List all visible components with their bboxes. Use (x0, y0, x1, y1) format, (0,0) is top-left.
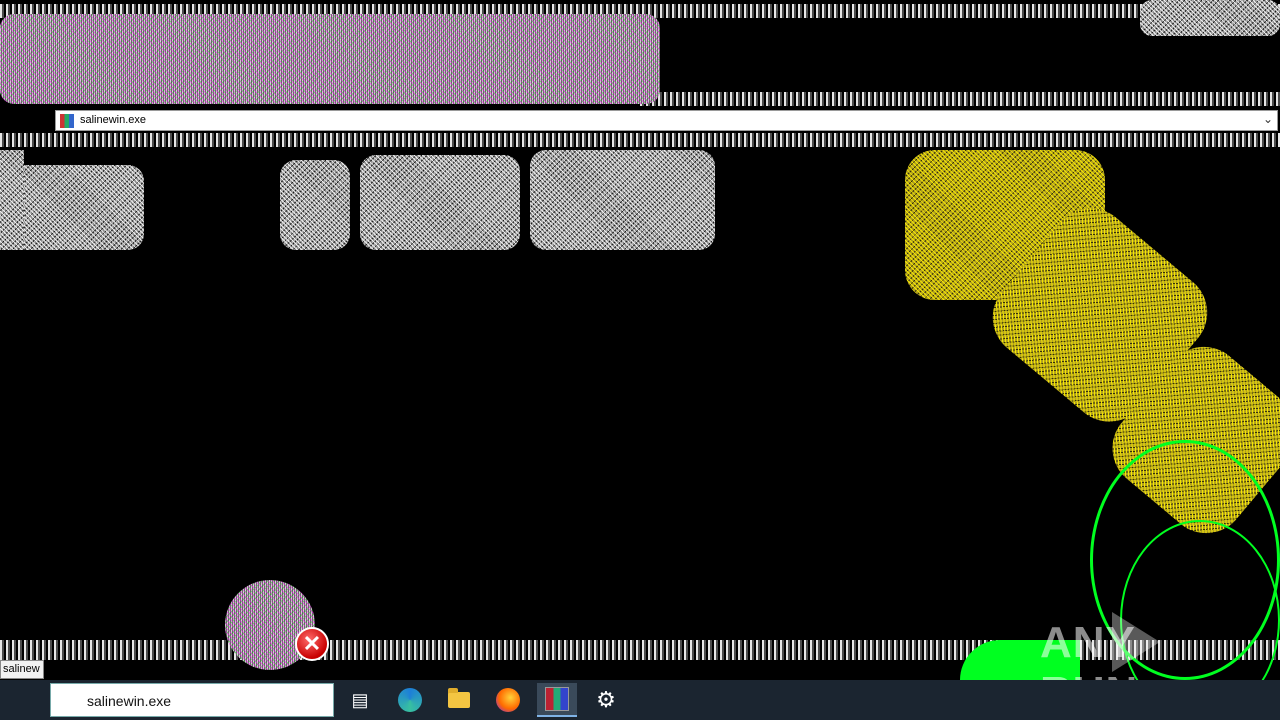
winrar-icon (60, 114, 74, 128)
edge-icon (398, 688, 422, 712)
glitch-strip-mid (0, 133, 1280, 147)
taskbar-file-explorer[interactable] (439, 683, 479, 717)
glitch-noise-top-right (1140, 0, 1280, 36)
chevron-down-icon[interactable]: ⌄ (1263, 112, 1273, 126)
tooltip: salinew (0, 660, 44, 679)
search-input[interactable]: salinewin.exe (87, 693, 171, 709)
glitch-shape-1 (6, 165, 144, 250)
window-title-bar[interactable]: salinewin.exe ⌄ (55, 110, 1278, 131)
gear-icon: ⚙ (596, 687, 616, 712)
glitch-shape-3 (360, 155, 520, 250)
glitch-shape-2 (280, 160, 350, 250)
glitch-blob-left (0, 150, 24, 250)
taskbar-firefox[interactable] (488, 683, 528, 717)
taskbar-task-view[interactable]: ▤ (340, 683, 380, 717)
glitch-shape-4 (530, 150, 715, 250)
search-box[interactable]: salinewin.exe (50, 683, 334, 717)
winrar-icon (545, 687, 569, 711)
firefox-icon (496, 688, 520, 712)
error-icon[interactable]: ✕ (295, 627, 329, 661)
glitch-noise-top-left (0, 14, 660, 104)
taskbar-edge[interactable] (390, 683, 430, 717)
taskbar-settings[interactable]: ⚙ (586, 683, 626, 717)
taskbar-winrar[interactable] (537, 683, 577, 717)
folder-icon (448, 688, 470, 708)
window-title: salinewin.exe (80, 114, 147, 126)
task-view-icon: ▤ (351, 689, 369, 710)
watermark-text-left: ANY (1040, 618, 1136, 667)
glitched-desktop (0, 0, 1280, 720)
glitch-strip-upper (640, 92, 1280, 106)
